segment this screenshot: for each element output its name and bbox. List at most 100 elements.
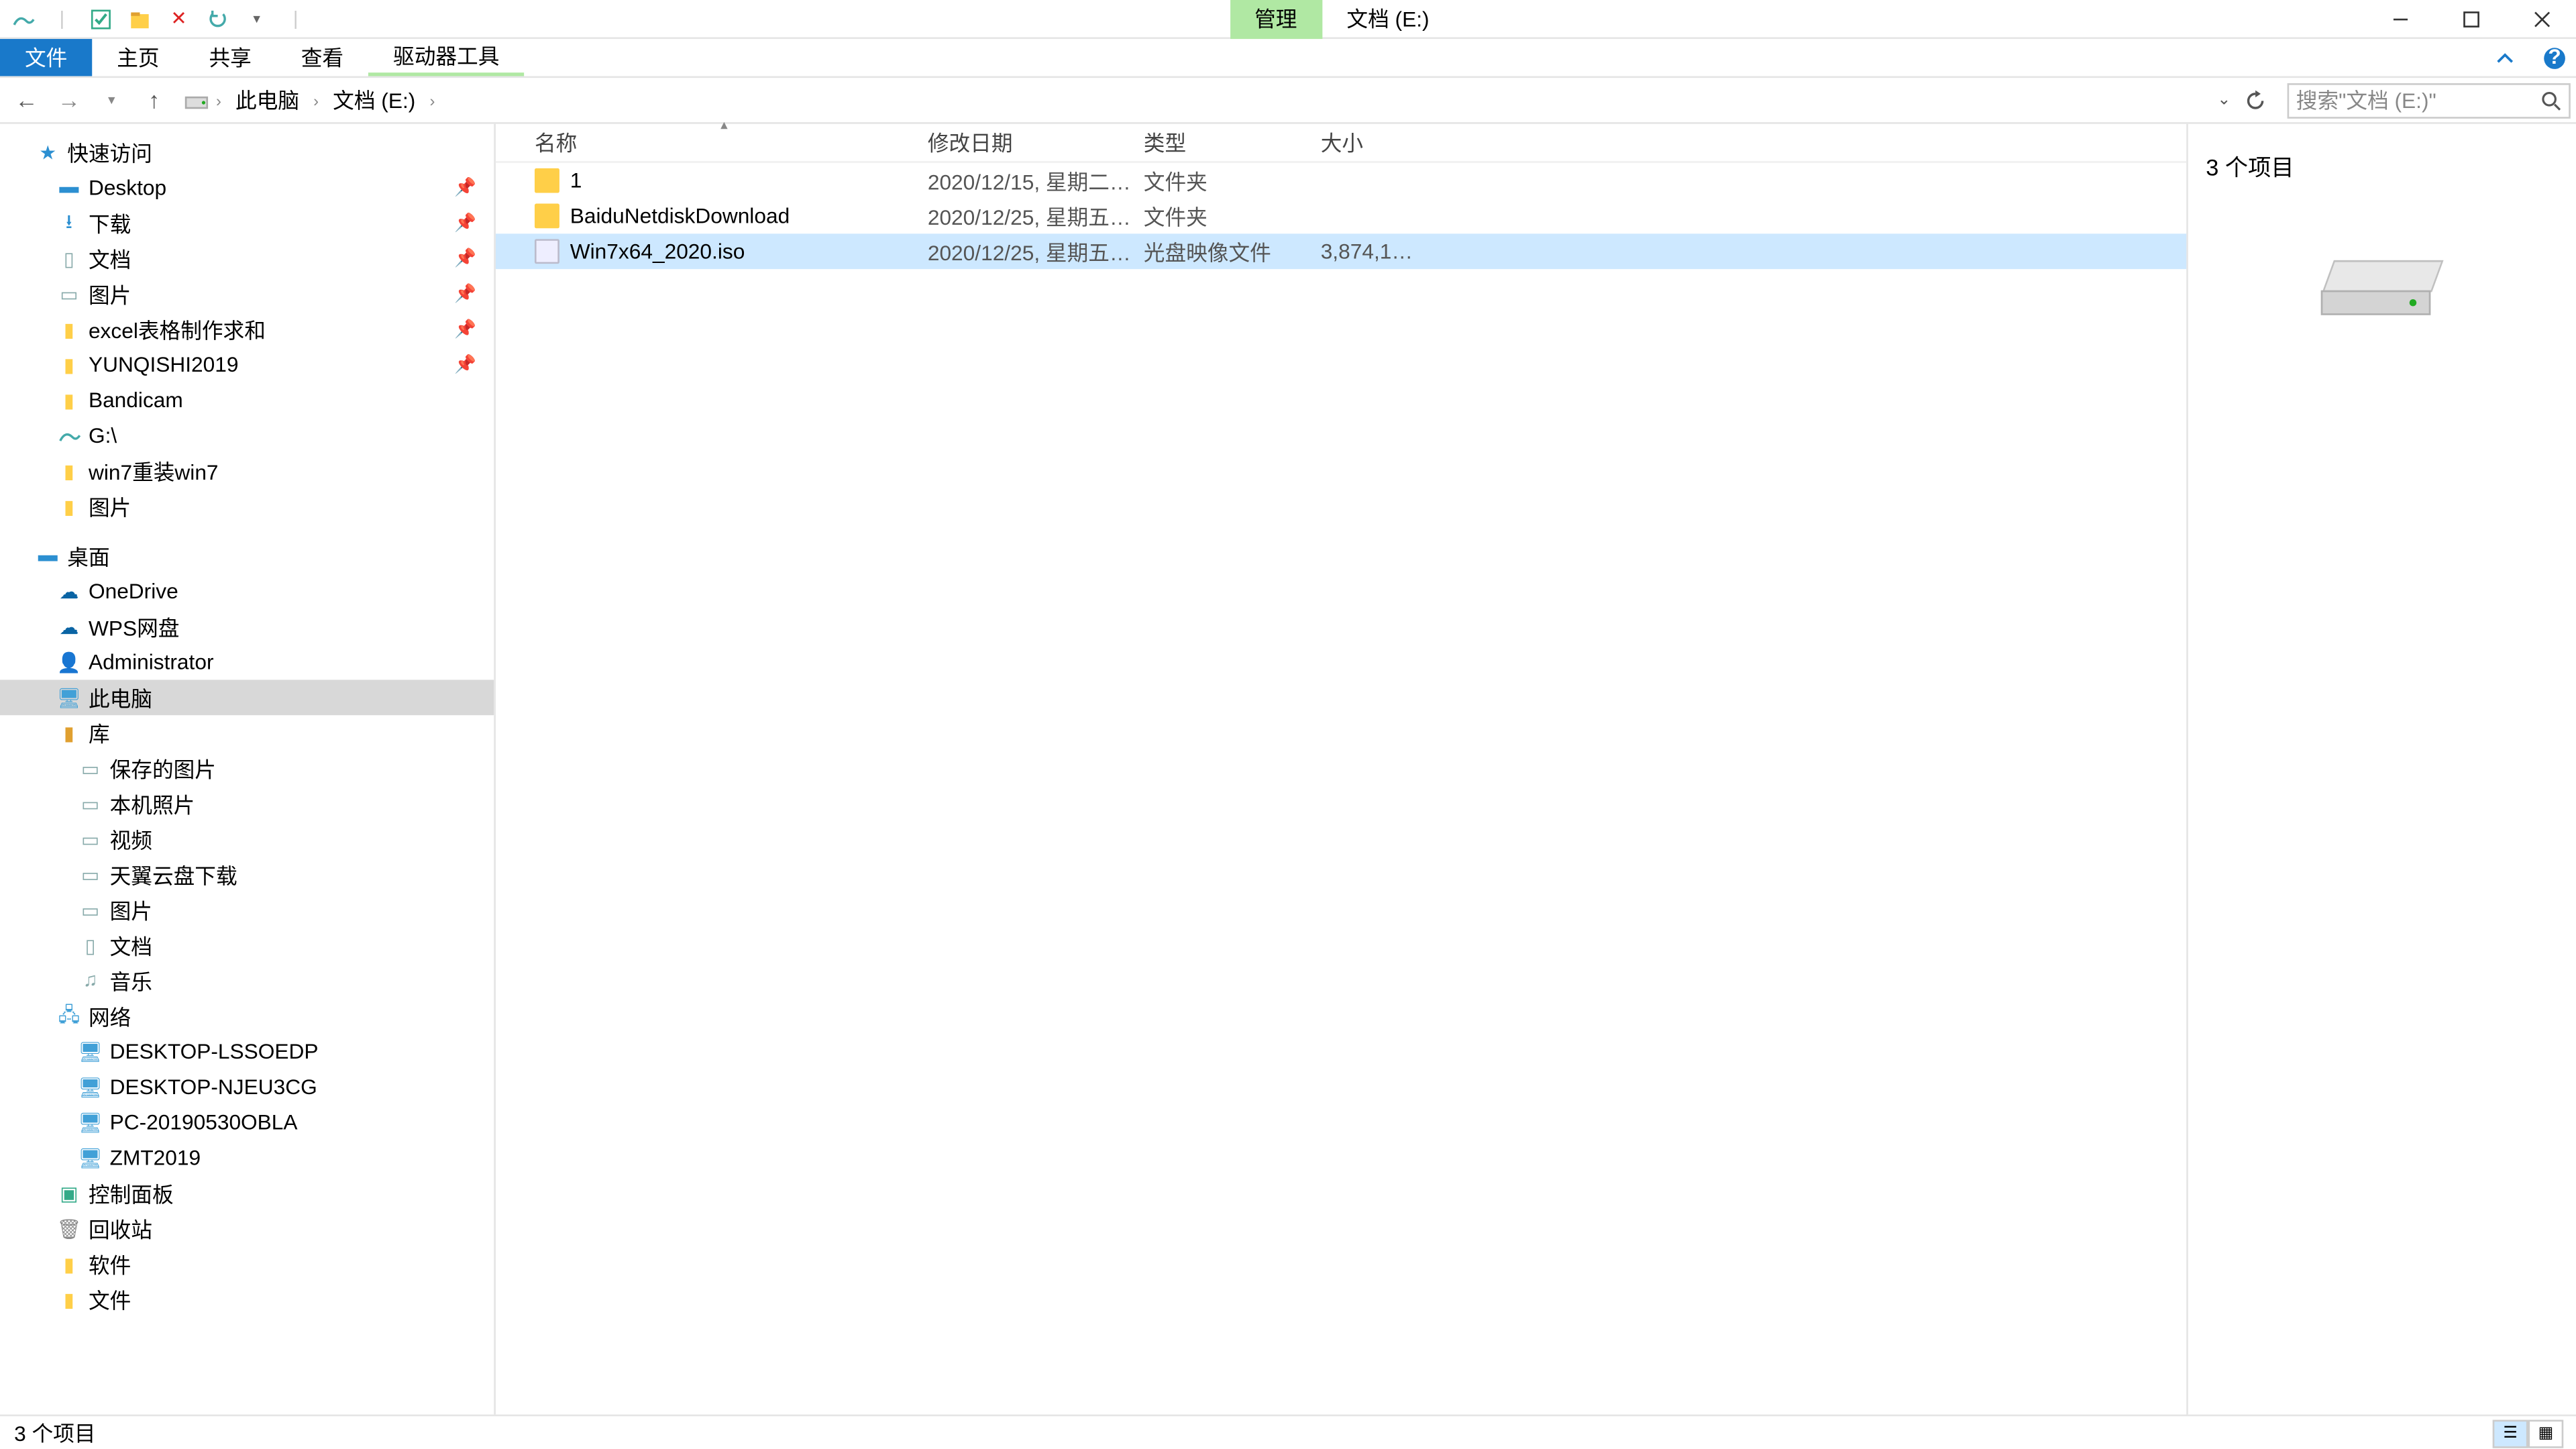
tab-drive-tools[interactable]: 驱动器工具 (368, 39, 524, 76)
app-icon[interactable] (7, 3, 40, 35)
tree-software[interactable]: ▮软件 (0, 1246, 494, 1282)
address-bar: ← → ▾ ↑ › 此电脑 › 文档 (E:) › ⌄ 搜索"文档 (E:)" (0, 78, 2576, 124)
col-name[interactable]: 名称▴ (524, 127, 917, 158)
crumb-sep-icon[interactable]: › (426, 91, 438, 109)
tab-share[interactable]: 共享 (184, 39, 276, 76)
tree-libraries[interactable]: ▮库 (0, 715, 494, 751)
networkpc-icon: 🖥 (78, 1110, 103, 1135)
breadcrumb[interactable]: › 此电脑 › 文档 (E:) › ⌄ (177, 81, 2241, 118)
window-controls (2365, 0, 2576, 38)
qat-delete-icon[interactable]: ✕ (163, 3, 195, 35)
view-large-button[interactable]: ▦ (2528, 1419, 2563, 1447)
contextual-tab-label[interactable]: 管理 (1230, 0, 1322, 39)
tree-video[interactable]: ▭视频 (0, 821, 494, 857)
tree-saved-pics[interactable]: ▭保存的图片 (0, 751, 494, 786)
file-row[interactable]: 12020/12/15, 星期二 1...文件夹 (496, 163, 2186, 199)
window-title: 文档 (E:) (1322, 0, 1454, 39)
refresh-button[interactable] (2245, 89, 2284, 111)
tree-thispc[interactable]: 🖥此电脑 (0, 680, 494, 715)
tree-pc2[interactable]: 🖥DESKTOP-NJEU3CG (0, 1069, 494, 1105)
tab-view[interactable]: 查看 (276, 39, 368, 76)
nav-up-button[interactable]: ↑ (135, 80, 174, 119)
qat-undo-icon[interactable] (202, 3, 234, 35)
tree-wps[interactable]: ☁WPS网盘 (0, 609, 494, 645)
tree-pc4[interactable]: 🖥ZMT2019 (0, 1140, 494, 1176)
col-date[interactable]: 修改日期 (917, 127, 1133, 158)
file-type: 文件夹 (1133, 166, 1310, 196)
tree-pc3[interactable]: 🖥PC-20190530OBLA (0, 1105, 494, 1140)
col-type[interactable]: 类型 (1133, 127, 1310, 158)
tree-tianyi[interactable]: ▭天翼云盘下载 (0, 857, 494, 892)
qat-newfolder-icon[interactable] (124, 3, 156, 35)
tree-pictures2[interactable]: ▮图片 (0, 488, 494, 524)
tree-documents[interactable]: ▯文档📌 (0, 241, 494, 276)
pin-icon: 📌 (454, 355, 476, 374)
minimize-button[interactable] (2365, 0, 2436, 38)
nav-recent-dropdown[interactable]: ▾ (92, 80, 131, 119)
crumb-current[interactable]: 文档 (E:) (326, 81, 423, 118)
tree-bandicam[interactable]: ▮Bandicam (0, 382, 494, 418)
tree-camera-roll[interactable]: ▭本机照片 (0, 786, 494, 822)
tree-onedrive[interactable]: ☁OneDrive (0, 574, 494, 609)
folder-icon: ▮ (56, 1252, 81, 1277)
search-input[interactable]: 搜索"文档 (E:)" (2288, 83, 2571, 118)
tree-pc1[interactable]: 🖥DESKTOP-LSSOEDP (0, 1034, 494, 1069)
tab-home[interactable]: 主页 (92, 39, 184, 76)
tree-lib-pictures[interactable]: ▭图片 (0, 892, 494, 928)
file-size: 3,874,126... (1310, 239, 1416, 264)
crumb-sep-icon[interactable]: › (310, 91, 322, 109)
tree-admin[interactable]: 👤Administrator (0, 645, 494, 680)
folder-icon: ▮ (56, 352, 81, 377)
maximize-button[interactable] (2436, 0, 2507, 38)
preview-item-count: 3 个项目 (2206, 142, 2560, 214)
address-dropdown-icon[interactable]: ⌄ (2206, 91, 2241, 110)
help-button[interactable]: ? (2532, 39, 2576, 76)
tree-desktop[interactable]: ▬Desktop📌 (0, 170, 494, 205)
file-name: BaiduNetdiskDownload (570, 203, 790, 228)
desktop-icon: ▬ (56, 175, 81, 200)
tree-control-panel[interactable]: ▣控制面板 (0, 1175, 494, 1211)
folder-icon: ▮ (56, 317, 81, 341)
tree-downloads[interactable]: ⭳下载📌 (0, 205, 494, 241)
search-placeholder: 搜索"文档 (E:)" (2296, 85, 2436, 115)
col-size[interactable]: 大小 (1310, 127, 1416, 158)
ribbon-expand-icon[interactable] (2479, 39, 2532, 76)
file-list-pane: 名称▴ 修改日期 类型 大小 12020/12/15, 星期二 1...文件夹B… (496, 124, 2188, 1415)
file-row[interactable]: Win7x64_2020.iso2020/12/25, 星期五 1...光盘映像… (496, 233, 2186, 269)
crumb-sep-icon[interactable]: › (213, 91, 225, 109)
qat-dropdown-icon[interactable]: ▾ (241, 3, 273, 35)
sort-indicator-icon: ▴ (720, 117, 728, 133)
file-name: Win7x64_2020.iso (570, 239, 745, 264)
crumb-thispc[interactable]: 此电脑 (228, 81, 306, 118)
view-details-button[interactable]: ☰ (2493, 1419, 2528, 1447)
tree-win7reinstall[interactable]: ▮win7重装win7 (0, 453, 494, 489)
tab-file[interactable]: 文件 (0, 39, 92, 76)
tree-pictures[interactable]: ▭图片📌 (0, 276, 494, 312)
drive-icon (56, 423, 81, 448)
file-date: 2020/12/25, 星期五 1... (917, 236, 1133, 266)
tree-yunqishi[interactable]: ▮YUNQISHI2019📌 (0, 347, 494, 382)
tree-gdrive[interactable]: G:\ (0, 418, 494, 453)
search-icon[interactable] (2540, 89, 2562, 111)
close-button[interactable] (2507, 0, 2576, 38)
navigation-pane[interactable]: ★快速访问 ▬Desktop📌 ⭳下载📌 ▯文档📌 ▭图片📌 ▮excel表格制… (0, 124, 496, 1415)
qat-properties-icon[interactable] (85, 3, 117, 35)
folder-icon: ▮ (56, 1287, 81, 1312)
star-icon: ★ (36, 140, 60, 164)
tree-desktop-root[interactable]: ▬桌面 (0, 538, 494, 574)
tree-lib-documents[interactable]: ▯文档 (0, 928, 494, 963)
nav-forward-button[interactable]: → (50, 80, 89, 119)
tree-recycle[interactable]: 🗑回收站 (0, 1211, 494, 1246)
tree-excel[interactable]: ▮excel表格制作求和📌 (0, 311, 494, 347)
tree-lib-music[interactable]: ♫音乐 (0, 963, 494, 999)
drive-preview-icon (2321, 260, 2445, 324)
nav-back-button[interactable]: ← (7, 80, 46, 119)
status-bar: 3 个项目 ☰ ▦ (0, 1415, 2576, 1449)
tree-network[interactable]: 🖧网络 (0, 998, 494, 1034)
onedrive-icon: ☁ (56, 579, 81, 604)
tree-files[interactable]: ▮文件 (0, 1282, 494, 1318)
tree-quick-access[interactable]: ★快速访问 (0, 135, 494, 170)
drive-icon (184, 88, 209, 113)
file-row[interactable]: BaiduNetdiskDownload2020/12/25, 星期五 1...… (496, 199, 2186, 234)
column-headers: 名称▴ 修改日期 类型 大小 (496, 124, 2186, 163)
